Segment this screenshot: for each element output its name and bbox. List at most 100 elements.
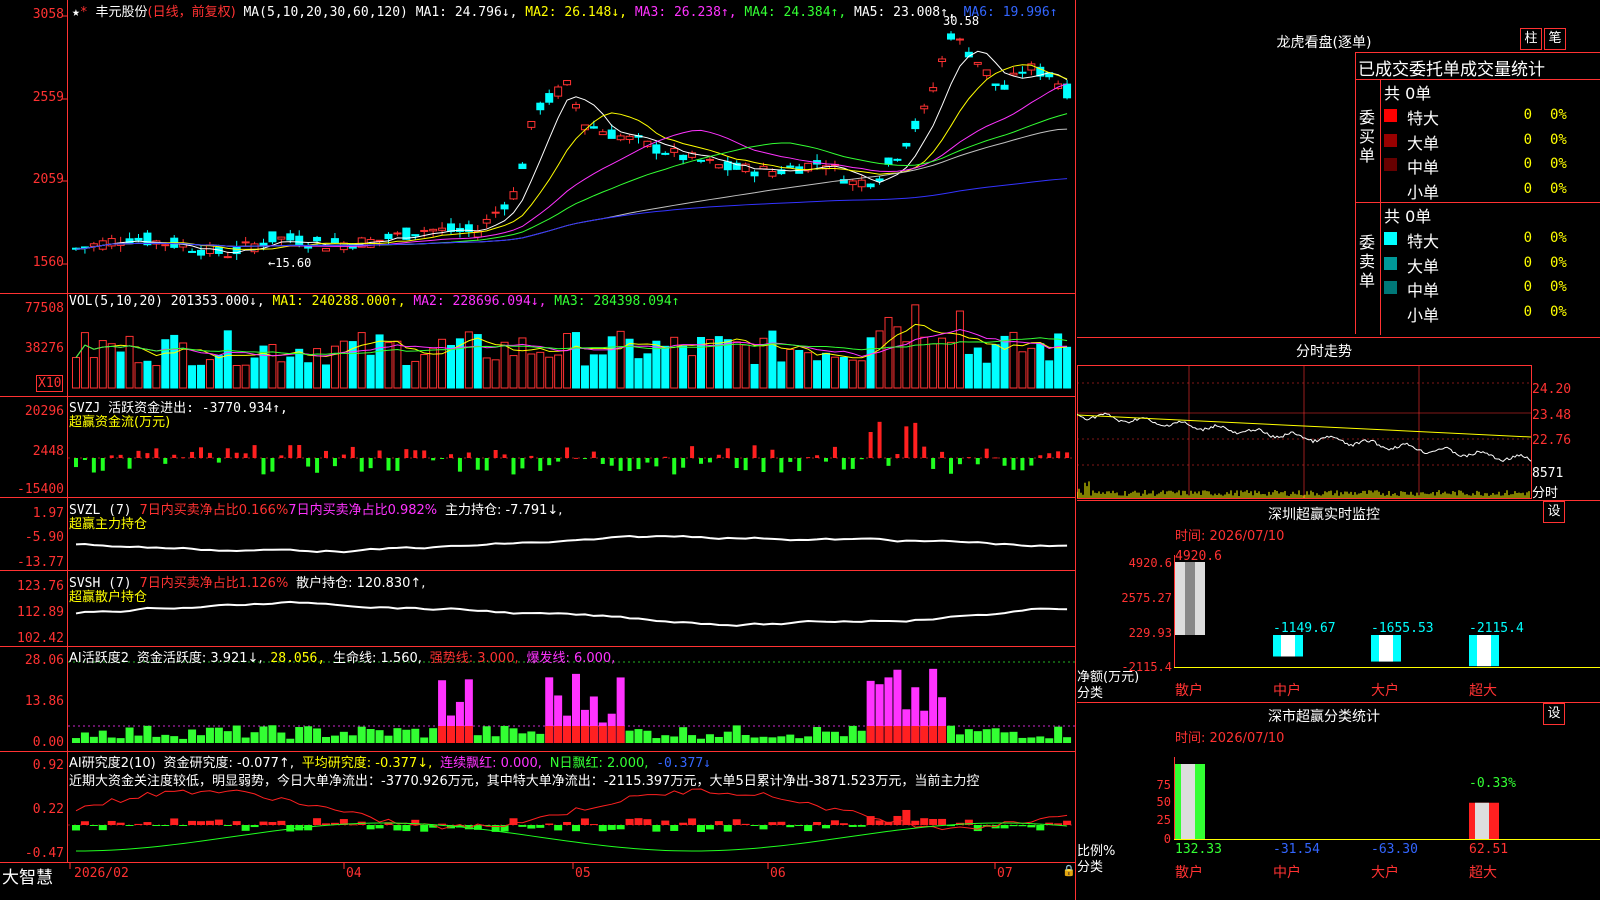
activity-bar [991,728,1000,743]
candle-body [848,180,857,186]
volume-bar [268,343,277,389]
volume-bar [947,341,955,389]
volume-bar [143,360,152,389]
lock-icon[interactable]: 🔒 [1062,864,1076,877]
fund-flow-bar [957,458,962,465]
candle-body [322,248,330,252]
fund-flow-bar [181,457,186,459]
activity-bar [232,725,241,743]
fund-flow-bar [511,458,516,475]
activity-bar [366,729,375,743]
volume-bar [384,342,393,389]
volume-bar [804,352,813,389]
activity-bar [277,732,286,743]
candle-body [875,178,884,182]
fund-flow-bar [966,457,971,459]
sz-monitor-value: -1149.67 [1273,621,1336,636]
research-bar [938,818,947,825]
buy-row: 中单 0 0% [1382,153,1600,177]
volume-bar [518,337,527,389]
intraday-axis-label: 24.20 [1532,382,1572,397]
volume-bar [929,343,938,389]
volume-bar [723,339,732,389]
candle-body [241,241,250,244]
research-bar [420,825,429,832]
fund-flow-bar [493,450,498,458]
candle-body [902,142,911,147]
candle-body [384,233,393,240]
sell-row-pct: 0% [1550,279,1567,295]
research-bar [795,825,804,826]
sz-monitor-bar-highlight [1185,562,1195,635]
research-bar [607,825,616,830]
tick-mode-button[interactable]: 笔 [1544,28,1566,50]
fund-flow-bar [395,458,400,471]
bar-mode-button[interactable]: 柱 [1520,28,1542,50]
fund-flow-bar [350,446,355,458]
research-bar [223,825,232,826]
sz-class-value: -31.54 [1273,842,1320,857]
fund-flow-bar [520,458,525,469]
volume-bar [563,333,572,389]
volume-bar [750,363,759,389]
sell-row: 小单 0 0% [1382,301,1600,325]
activity-bar [1045,738,1054,743]
research-bar [545,823,554,825]
volume-bar [813,360,822,389]
sz-monitor-bar-highlight [1379,635,1393,662]
activity-bar [116,738,125,743]
candle-body [188,250,197,253]
candle-body [661,152,670,155]
activity-bar [143,725,152,743]
research-bar [179,825,188,826]
sz-class-settings-button[interactable]: 设 [1543,703,1565,725]
fund-flow-bar [949,458,953,474]
order-stats-table: 已成交委托单成交量统计 委买单 委卖单 共 0单 共 0单 特大 0 0% 大单 0 0%… [1355,52,1600,335]
fund-flow-bar [886,458,891,466]
activity-bar [759,736,768,743]
candle-body [652,144,661,154]
research-bar [652,825,661,832]
volume-bar [991,344,1000,389]
volume-bar [884,316,893,389]
sell-row-count: 0 [1523,279,1532,295]
volume-bar [277,361,286,389]
activity-bar [393,728,402,743]
candle-body [545,93,554,103]
volume-bar [580,365,589,389]
research-bar [572,825,580,832]
research-bar [1018,825,1027,827]
candle-body [884,157,893,165]
activity-bar [420,737,429,743]
research-bar [741,823,750,825]
candlestick-chart[interactable] [68,0,1075,293]
research-bar [98,825,107,831]
candle-body [268,231,277,243]
volume-bar [80,332,89,389]
fund-flow-bar [1056,451,1061,458]
sz-monitor-settings-button[interactable]: 设 [1543,501,1565,523]
activity-bar [661,735,670,743]
activity-bar [670,736,679,743]
fund-flow-bar [136,450,141,458]
intraday-volume-label: 分时 [1532,486,1559,501]
activity-bar [527,731,536,743]
activity-bar [152,736,161,743]
sz-monitor-value: 4920.6 [1175,549,1222,564]
activity-bar [491,736,500,743]
fund-flow-bar [681,458,686,468]
activity-bar [375,730,384,743]
legend-swatch [1384,133,1397,147]
research-bar [170,818,179,825]
candle-body [223,256,232,259]
chart-area[interactable]: 3058 2559 2059 1560 ★* 丰元股份(日线，前复权) MA(5… [0,0,1076,900]
research-bar [857,825,866,827]
fund-flow-bar [386,458,391,471]
activity-bar [205,727,214,743]
research-bar [527,825,536,829]
sz-class-title: 深市超赢分类统计 [1268,709,1380,725]
intraday-chart[interactable] [1077,365,1600,500]
buy-row-label: 大单 [1407,133,1440,153]
volume-chart [72,304,1072,389]
legend-swatch [1384,232,1397,245]
